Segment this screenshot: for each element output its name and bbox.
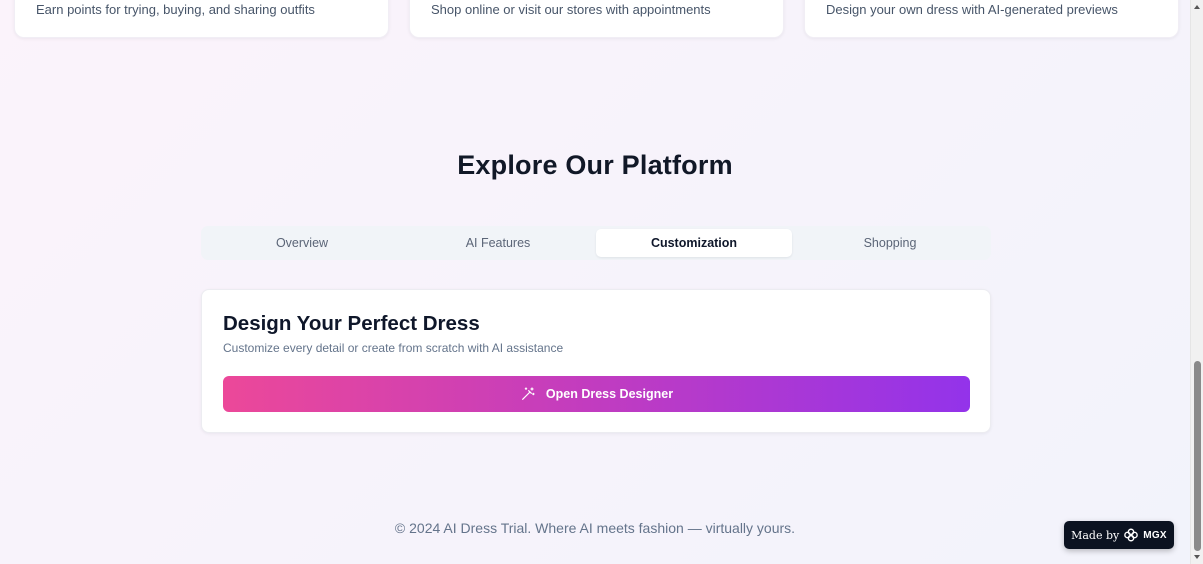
section-title: Explore Our Platform <box>457 150 733 180</box>
platform-tabs: Overview AI Features Customization Shopp… <box>201 226 991 260</box>
mgx-logo-icon <box>1124 528 1139 542</box>
feature-description: Earn points for trying, buying, and shar… <box>36 2 315 17</box>
scroll-down-arrow-icon[interactable] <box>1194 555 1200 559</box>
vertical-scrollbar[interactable] <box>1190 0 1203 564</box>
mgx-brand-text: MGX <box>1143 529 1167 541</box>
tab-shopping[interactable]: Shopping <box>792 229 988 257</box>
feature-description: Design your own dress with AI-generated … <box>826 2 1118 17</box>
card-title: Design Your Perfect Dress <box>223 312 480 335</box>
page-content: Earn points for trying, buying, and shar… <box>0 0 1190 564</box>
tab-customization[interactable]: Customization <box>596 229 792 257</box>
magic-wand-icon <box>521 387 535 400</box>
feature-card-shopping: Shop online or visit our stores with app… <box>409 0 784 38</box>
tab-overview[interactable]: Overview <box>204 229 400 257</box>
button-label: Open Dress Designer <box>545 387 674 401</box>
card-subtitle: Customize every detail or create from sc… <box>223 341 564 355</box>
feature-card-design: Design your own dress with AI-generated … <box>804 0 1179 38</box>
tab-ai-features[interactable]: AI Features <box>400 229 596 257</box>
open-dress-designer-button[interactable]: Open Dress Designer <box>223 376 970 412</box>
feature-description: Shop online or visit our stores with app… <box>431 2 711 17</box>
scroll-up-arrow-icon[interactable] <box>1194 5 1200 9</box>
scrollbar-thumb[interactable] <box>1194 361 1201 551</box>
made-by-badge[interactable]: Made by MGX <box>1064 521 1174 549</box>
made-by-label: Made by <box>1071 528 1120 542</box>
dress-designer-card: Design Your Perfect Dress Customize ever… <box>201 289 991 433</box>
feature-card-rewards: Earn points for trying, buying, and shar… <box>14 0 389 38</box>
footer-copyright: © 2024 AI Dress Trial. Where AI meets fa… <box>394 520 796 536</box>
